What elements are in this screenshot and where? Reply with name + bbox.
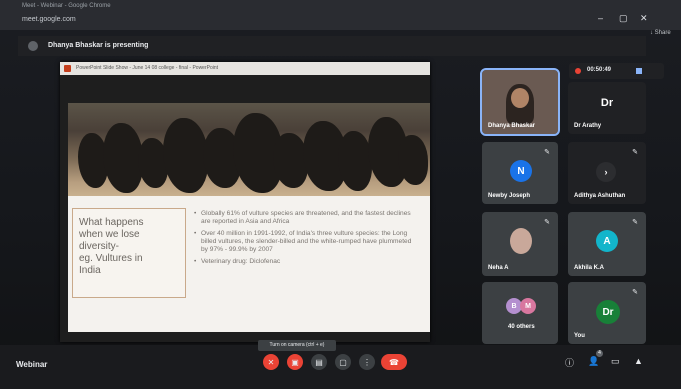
participant-tile-dr-arathy[interactable]: Dr Dr Arathy [568,82,646,134]
slide-heading: What happens when we lose diversity- eg.… [79,217,144,276]
mic-off-icon: ✎ [632,219,638,226]
slide-bullet: Over 40 million in 1991-1992, of India's… [194,230,419,254]
slide-bullet: Veterinary drug: Diclofenac [194,258,419,266]
meeting-info-icon[interactable]: ⓘ [565,356,574,369]
slide-bullet: Globally 61% of vulture species are thre… [194,210,419,226]
more-options-button[interactable]: ⋮ [359,354,375,370]
participant-tile-akhila-ka[interactable]: ✎ A Akhila K.A [568,212,646,276]
timer-text: 00:50:49 [587,67,612,73]
mic-off-icon: ✎ [544,149,550,156]
people-icon[interactable]: 👤 [588,356,599,367]
participant-name: Dr Arathy [574,123,602,129]
slide-frame-top [60,75,430,103]
participant-name: Adithya Ashuthan [574,193,626,199]
powerpoint-icon [64,65,71,72]
mic-toggle-button[interactable]: ✕ [263,354,279,370]
slide-frame-left [60,75,68,342]
mic-off-icon: ✎ [544,219,550,226]
maximize-button[interactable]: ▢ [619,13,628,24]
participant-tile-neha-a[interactable]: ✎ Neha A [482,212,558,276]
ppt-window-title: PowerPoint Slide Show - June 14 08 colle… [76,65,219,71]
presenter-avatar [28,41,38,51]
presentation-screen: PowerPoint Slide Show - June 14 08 colle… [60,62,430,342]
hang-up-button[interactable]: ☎ [381,354,407,370]
vultures-photo [68,103,430,196]
participant-name: You [574,333,585,339]
avatar: Dr [596,300,620,324]
presenting-text: Dhanya Bhaskar is presenting [48,42,149,49]
tooltip: Turn on camera (ctrl + e) [258,340,336,351]
captions-button[interactable]: ▤ [311,354,327,370]
participant-tile-you[interactable]: ✎ Dr You [568,282,646,344]
avatar: › [596,162,616,182]
share-label[interactable]: ↓ Share [650,30,671,36]
slide-bullets: Globally 61% of vulture species are thre… [194,210,419,270]
present-button[interactable]: ▢ [335,354,351,370]
address-bar[interactable]: meet.google.com [22,16,76,23]
avatar: M [520,298,536,314]
screen-share-icon[interactable] [636,68,642,74]
avatar: N [510,160,532,182]
participant-tile-newby-joseph[interactable]: ✎ N Newby Joseph [482,142,558,204]
camera-toggle-button[interactable]: ▣ [287,354,303,370]
chat-icon[interactable]: ▭ [611,356,620,367]
browser-titlebar: Meet - Webinar - Google Chrome meet.goog… [0,0,681,30]
recording-dot-icon [575,68,581,74]
slide-heading-box: What happens when we lose diversity- eg.… [72,208,186,298]
participant-name: Newby Joseph [488,193,531,199]
mic-off-icon: ✎ [632,149,638,156]
window-title: Meet - Webinar - Google Chrome [22,3,111,9]
meet-window: Meet - Webinar - Google Chrome meet.goog… [0,0,681,389]
participant-tile-40-others[interactable]: B M 40 others [482,282,558,344]
participant-name: Dhanya Bhaskar [488,123,536,129]
participant-name: 40 others [508,324,535,330]
participant-name: Akhila K.A [574,265,605,271]
avatar: A [596,230,618,252]
activities-icon[interactable]: ▲ [634,356,643,366]
avatar: Dr [600,97,614,109]
meeting-name: Webinar [16,360,48,369]
minimize-button[interactable]: – [598,13,603,23]
ppt-titlebar: PowerPoint Slide Show - June 14 08 colle… [60,62,430,75]
slide-frame-bottom [60,332,430,342]
participant-tile-dhanya-bhaskar[interactable]: Dhanya Bhaskar [480,68,560,136]
presenting-banner: Dhanya Bhaskar is presenting [18,36,646,56]
close-button[interactable]: ✕ [640,13,648,24]
people-count-badge: 4 [596,350,603,357]
recording-timer: 00:50:49 [569,63,664,79]
mic-off-icon: ✎ [632,289,638,296]
participant-tile-adithya-ashuthan[interactable]: ✎ › Adithya Ashuthan [568,142,646,204]
participant-name: Neha A [488,265,509,271]
